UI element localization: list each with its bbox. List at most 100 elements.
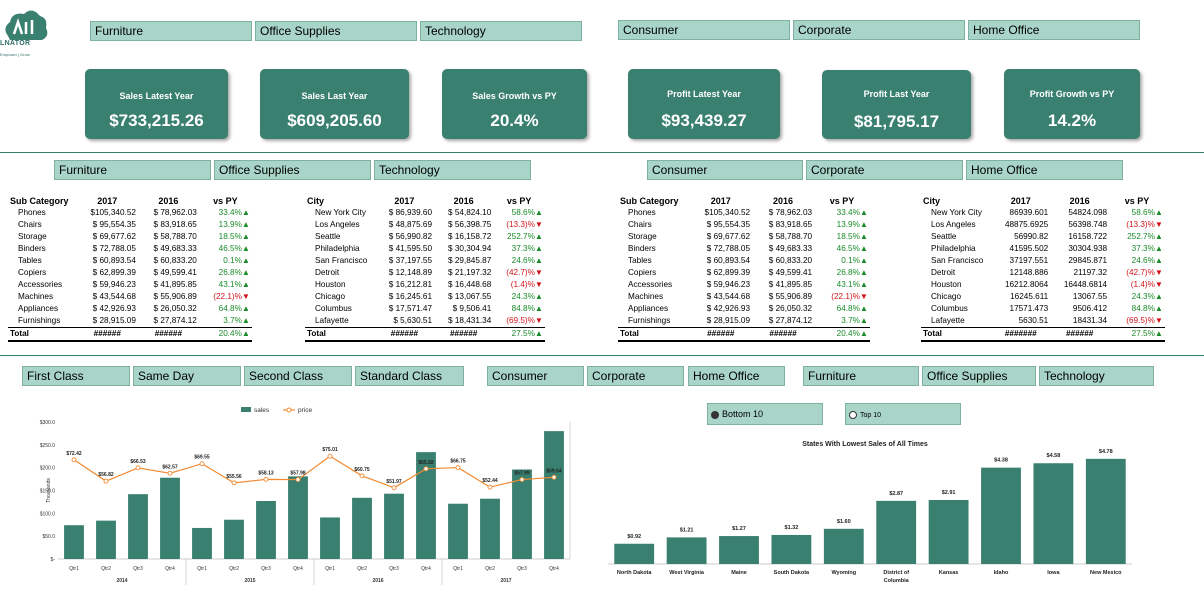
table-cell: $ 9,506.41: [452, 304, 492, 313]
slicer-furniture[interactable]: Furniture: [90, 21, 252, 41]
table-cell: $ 26,050.32: [153, 304, 197, 313]
state-value-label: $4.58: [1047, 453, 1061, 459]
slicer-furniture[interactable]: Furniture: [803, 366, 919, 386]
table-cell: (1.4)%▼: [510, 280, 543, 289]
price-label: $56.82: [98, 472, 114, 478]
table-total-row: Total ###### ###### 20.4%▲: [8, 327, 252, 342]
price-label: $72.42: [66, 451, 82, 457]
x-tick-label: Qtr3: [133, 566, 143, 572]
x-tick-label: Qtr4: [293, 566, 303, 572]
table-cell: $ 56,398.75: [448, 220, 492, 229]
table-row: Machines $ 43,544.68 $ 55,906.89 (22.1)%▼: [618, 291, 870, 303]
slicer-home-office[interactable]: Home Office: [968, 20, 1140, 40]
slicer-furniture[interactable]: Furniture: [54, 160, 211, 180]
table-cell: 37197.551: [1009, 256, 1049, 265]
subcategory-profit-table: Sub Category 2017 2016 vs PY Phones $105,340.…: [618, 195, 870, 342]
sales-bar: [160, 477, 180, 559]
logo-text: LNATOR: [0, 40, 31, 47]
table-cell: $ 55,906.89: [153, 292, 197, 301]
slicer-office-supplies[interactable]: Office Supplies: [922, 366, 1036, 386]
price-label: $58.13: [258, 470, 274, 476]
price-point: [391, 485, 397, 491]
x-tick-label: Qtr3: [261, 566, 271, 572]
table-cell: 3.7%▲: [841, 316, 868, 325]
slicer-technology[interactable]: Technology: [1039, 366, 1154, 386]
slicer-office-supplies[interactable]: Office Supplies: [255, 21, 417, 41]
table-row: Lafayette 5630.51 18431.34 (69.5)%▼: [921, 315, 1165, 328]
state-label: Idaho: [994, 570, 1009, 576]
table-cell: 58.6%▲: [511, 208, 543, 217]
table-row: Copiers $ 62,899.39 $ 49,599.41 26.8%▲: [8, 267, 252, 279]
price-label: $62.57: [162, 464, 178, 470]
x-group-label: 2015: [244, 578, 255, 584]
slicer-first-class[interactable]: First Class: [22, 366, 130, 386]
slicer-consumer[interactable]: Consumer: [487, 366, 584, 386]
slicer-corporate[interactable]: Corporate: [793, 20, 965, 40]
table-total-cell: ######: [434, 327, 494, 342]
sales-bar: [96, 520, 116, 559]
kpi-title: Profit Latest Year: [667, 89, 741, 99]
price-point: [103, 478, 109, 484]
slicer-corporate[interactable]: Corporate: [806, 160, 963, 180]
table-cell: $ 60,833.20: [153, 256, 197, 265]
state-value-label: $2.91: [942, 490, 956, 496]
slicer-consumer[interactable]: Consumer: [647, 160, 803, 180]
slicer-home-office[interactable]: Home Office: [966, 160, 1123, 180]
table-header: Sub Category: [10, 196, 69, 206]
table-cell: (42.7)%▼: [1126, 268, 1163, 277]
table-cell: $ 54,824.10: [448, 208, 492, 217]
kpi-title: Profit Last Year: [863, 89, 930, 99]
table-cell: Detroit: [315, 268, 340, 277]
table-cell: $ 83,918.65: [153, 220, 197, 229]
table-cell: $ 60,833.20: [768, 256, 813, 265]
price-label: $69.55: [194, 455, 210, 461]
state-value-label: $4.38: [994, 458, 1008, 464]
slicer-technology[interactable]: Technology: [420, 21, 582, 41]
table-total-cell: 27.5%▲: [1109, 327, 1165, 342]
table-row: Accessories $ 59,946.23 $ 41,895.85 43.1%▲: [8, 279, 252, 291]
slicer-standard-class[interactable]: Standard Class: [355, 366, 464, 386]
table-cell: Philadelphia: [931, 244, 976, 253]
table-cell: Los Angeles: [315, 220, 360, 229]
table-cell: 252.7%▲: [507, 232, 543, 241]
table-cell: (22.1)%▼: [213, 292, 250, 301]
table-cell: Chairs: [18, 220, 42, 229]
slicer-home-office[interactable]: Home Office: [688, 366, 785, 386]
table-cell: $ 86,939.60: [388, 208, 433, 217]
table-cell: Columbus: [315, 304, 352, 313]
bottom-10-option[interactable]: Bottom 10: [707, 403, 823, 425]
table-cell: San Francisco: [931, 256, 984, 265]
table-cell: 56398.748: [1068, 220, 1108, 229]
slicer-consumer[interactable]: Consumer: [618, 20, 790, 40]
table-cell: $ 16,448.68: [448, 280, 492, 289]
y-tick-label: $-: [51, 557, 56, 563]
state-value-label: $2.87: [889, 491, 903, 497]
x-tick-label: Qtr1: [197, 566, 207, 572]
table-row: Accessories $ 59,946.23 $ 41,895.85 43.1%▲: [618, 279, 870, 291]
table-cell: 84.8%▲: [511, 304, 543, 313]
table-cell: Philadelphia: [315, 244, 360, 253]
slicer-corporate[interactable]: Corporate: [587, 366, 684, 386]
table-cell: Appliances: [628, 304, 669, 313]
kpi-title: Sales Last Year: [301, 91, 368, 101]
table-total-cell: Total: [921, 327, 992, 342]
table-cell: $ 78,962.03: [153, 208, 197, 217]
table-cell: 16158.722: [1068, 232, 1108, 241]
slicer-technology[interactable]: Technology: [374, 160, 531, 180]
table-cell: $ 16,245.61: [388, 292, 433, 301]
top-10-option[interactable]: Top 10: [845, 403, 961, 425]
table-cell: Appliances: [18, 304, 59, 313]
slicer-second-class[interactable]: Second Class: [244, 366, 352, 386]
sales-bar: [544, 431, 564, 559]
slicer-office-supplies[interactable]: Office Supplies: [214, 160, 371, 180]
table-cell: $ 43,544.68: [706, 292, 751, 301]
city-profit-table: City 2017 2016 vs PY New York City 86939.601 5…: [921, 195, 1165, 342]
slicer-same-day[interactable]: Same Day: [133, 366, 241, 386]
table-cell: Tables: [18, 256, 42, 265]
y-tick-label: $100.0: [40, 511, 56, 517]
y-tick-label: $50.0: [42, 534, 55, 540]
table-cell: $ 29,845.87: [448, 256, 492, 265]
table-row: Appliances $ 42,926.93 $ 26,050.32 64.8%▲: [618, 303, 870, 315]
table-cell: $ 42,926.93: [92, 304, 136, 313]
table-row: Binders $ 72,788.05 $ 49,683.33 46.5%▲: [618, 243, 870, 255]
